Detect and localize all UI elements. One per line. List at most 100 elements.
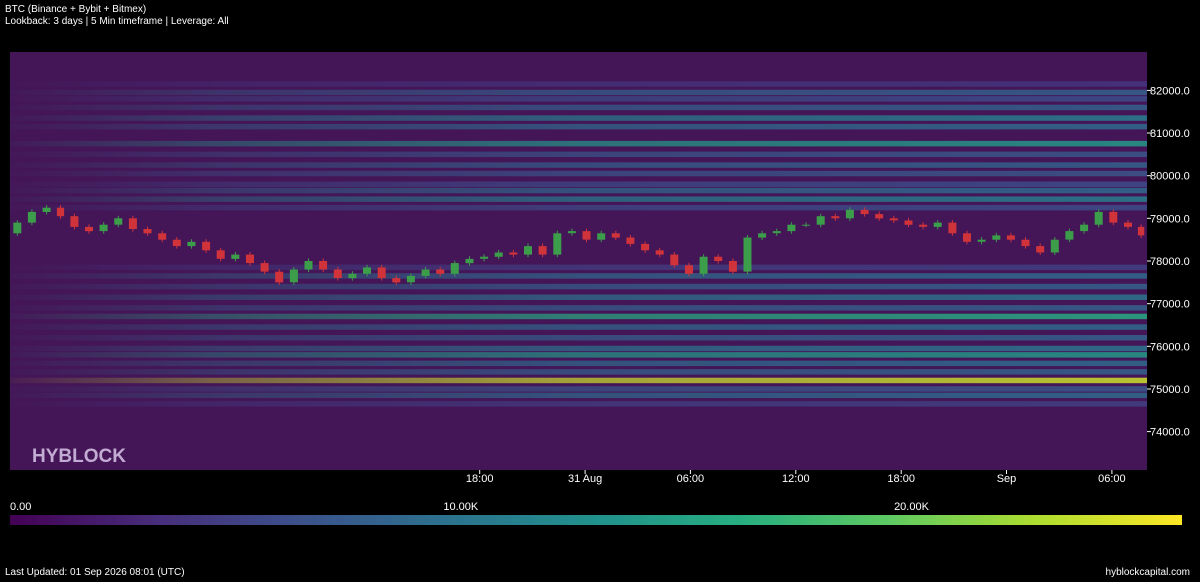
candle-body	[158, 233, 167, 240]
candle-body	[685, 265, 693, 274]
x-tick-label: 18:00	[887, 473, 915, 485]
colorbar: 0.00 10.00K 20.00K	[10, 501, 1182, 525]
candle-body	[582, 231, 591, 240]
y-tick-label: 74000.0	[1150, 427, 1190, 439]
candle-body	[743, 237, 752, 272]
candle-body	[1021, 239, 1030, 247]
candle-body	[1006, 235, 1015, 240]
candle-body	[480, 256, 489, 259]
candle-body	[260, 263, 269, 272]
colorbar-tick-label: 10.00K	[443, 501, 479, 513]
candle-body	[948, 222, 957, 234]
y-tick-label: 77000.0	[1150, 299, 1190, 311]
candle-body	[13, 222, 22, 234]
candle-body	[56, 207, 65, 217]
candle-body	[1094, 211, 1103, 225]
candle-body	[553, 233, 562, 255]
y-tick-label: 82000.0	[1150, 85, 1190, 97]
y-tick-label: 80000.0	[1150, 171, 1190, 183]
candle-body	[436, 269, 445, 274]
y-tick-label: 75000.0	[1150, 384, 1190, 396]
candle-body	[421, 269, 430, 276]
candle-body	[363, 267, 371, 274]
candle-body	[1124, 222, 1132, 227]
candle-body	[319, 261, 328, 270]
x-tick-label: 12:00	[782, 473, 810, 485]
x-tick-label: 31 Aug	[568, 473, 602, 485]
candle-body	[597, 233, 606, 240]
liquidation-heatmap-chart: HYBLOCK 74000.0 75000.0 76000.0 77000.0 7800…	[10, 52, 1190, 525]
candle-body	[714, 256, 723, 261]
candle-body	[919, 224, 928, 227]
candle-body	[758, 233, 767, 238]
candle-body	[246, 254, 254, 264]
candle-body	[187, 241, 196, 247]
y-tick-label: 76000.0	[1150, 341, 1190, 353]
candle-body	[611, 233, 620, 238]
candle-body	[772, 231, 781, 234]
candle-body	[289, 269, 298, 283]
candle-body	[802, 224, 810, 226]
candle-body	[904, 220, 913, 225]
colorbar-tick-label: 20.00K	[894, 501, 930, 513]
candle-body	[831, 216, 840, 219]
candle-body	[1080, 224, 1089, 232]
y-axis: 74000.0 75000.0 76000.0 77000.0 78000.0 79000…	[1147, 85, 1190, 439]
x-tick-label: 06:00	[677, 473, 705, 485]
candle-body	[963, 233, 971, 242]
candle-body	[816, 216, 825, 225]
x-tick-label: 06:00	[1098, 473, 1126, 485]
candle-body	[567, 231, 576, 234]
candle-body	[699, 256, 708, 274]
x-tick-label: Sep	[997, 473, 1017, 485]
y-tick-label: 81000.0	[1150, 128, 1190, 140]
candle-body	[348, 273, 357, 279]
site-link[interactable]: hyblockcapital.com	[1106, 567, 1190, 578]
candle-body	[933, 222, 942, 227]
candle-body	[524, 246, 532, 255]
x-tick-label: 18:00	[466, 473, 494, 485]
candle-body	[641, 243, 650, 251]
candle-body	[875, 214, 884, 219]
candle-body	[450, 263, 459, 274]
candle-body	[216, 250, 225, 259]
candle-body	[1137, 226, 1145, 236]
colorbar-gradient	[10, 515, 1182, 525]
candle-body	[42, 207, 51, 212]
candle-body	[977, 239, 986, 242]
candle-body	[114, 218, 123, 225]
candle-body	[670, 254, 679, 266]
candle-body	[787, 224, 796, 232]
y-tick-label: 79000.0	[1150, 213, 1190, 225]
candle-body	[728, 261, 737, 272]
candle-body	[992, 235, 1001, 240]
candle-body	[27, 211, 36, 223]
hyblock-watermark: HYBLOCK	[32, 446, 126, 467]
candle-body	[172, 239, 181, 247]
candle-body	[509, 252, 518, 255]
candle-body	[377, 267, 386, 279]
y-tick-label: 78000.0	[1150, 256, 1190, 268]
candle-body	[889, 218, 898, 221]
candle-body	[1109, 211, 1118, 223]
candle-body	[231, 254, 240, 259]
candle-body	[465, 258, 474, 264]
candle-body	[494, 252, 503, 257]
candle-body	[1036, 246, 1045, 253]
candle-body	[626, 237, 635, 244]
candle-body	[845, 209, 854, 219]
candle-body	[70, 216, 79, 227]
candle-body	[128, 218, 137, 229]
candle-body	[275, 271, 284, 283]
candle-body	[99, 224, 108, 232]
last-updated-label: Last Updated: 01 Sep 2026 08:01 (UTC)	[5, 567, 185, 578]
x-axis: 18:00 31 Aug 06:00 12:00 18:00 Sep 06:00	[466, 470, 1126, 485]
heatmap-fade-overlay	[10, 52, 1147, 470]
colorbar-tick-label: 0.00	[10, 501, 31, 513]
candle-body	[860, 209, 869, 215]
candle-body	[655, 250, 664, 255]
candle-body	[333, 269, 342, 278]
candle-body	[538, 246, 547, 255]
candle-body	[1065, 231, 1074, 240]
candle-body	[1050, 239, 1059, 253]
